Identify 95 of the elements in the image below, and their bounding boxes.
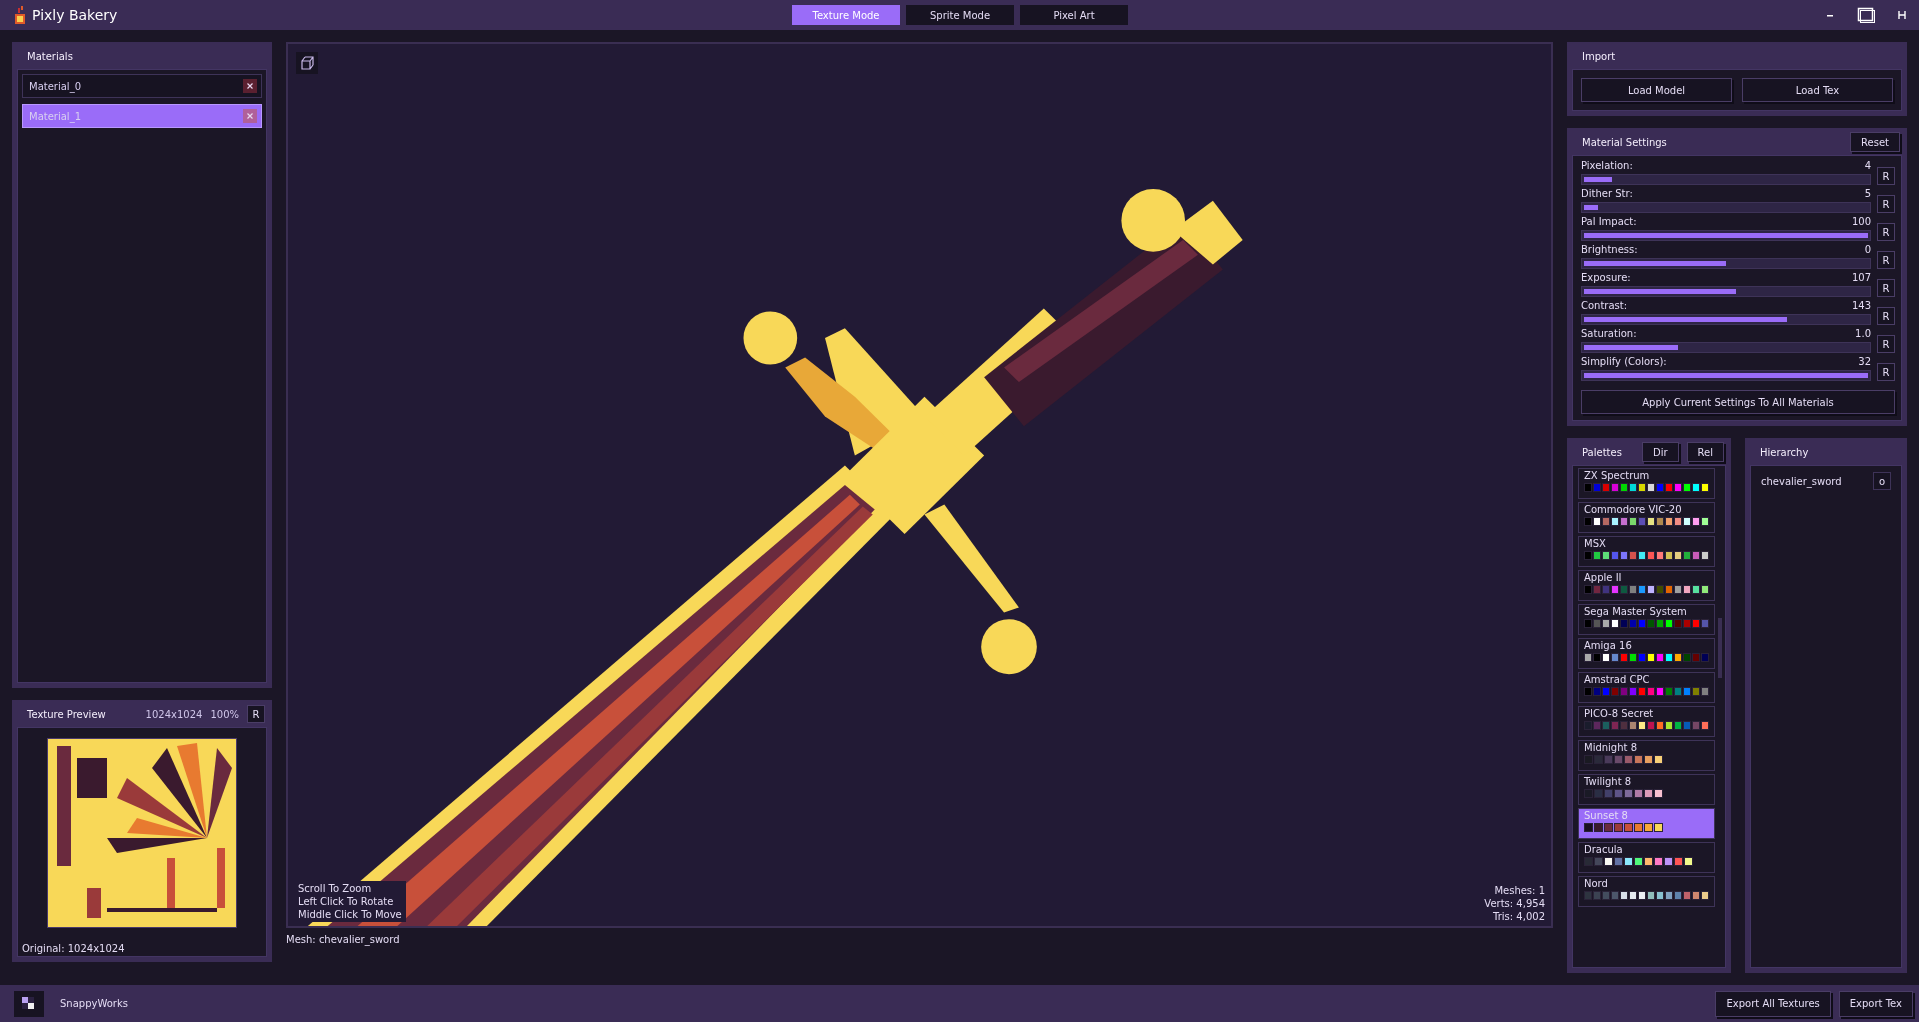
slider-value: 107 [1851, 272, 1871, 283]
brand-name: SnappyWorks [60, 998, 128, 1009]
reset-button[interactable]: R [1877, 307, 1895, 325]
panel-title: Import [1582, 50, 1616, 62]
app-title: Pixly Bakery [32, 7, 118, 23]
palette-name: Twilight 8 [1584, 776, 1633, 787]
slider-track[interactable] [1581, 174, 1871, 185]
visibility-toggle[interactable]: o [1873, 472, 1891, 490]
palette-item[interactable]: Sega Master System [1578, 604, 1715, 635]
reset-button[interactable]: R [247, 705, 265, 723]
panel-title: Material Settings [1582, 136, 1667, 148]
logo-icon [14, 6, 26, 24]
studio-logo-icon [14, 990, 44, 1017]
palette-name: ZX Spectrum [1584, 470, 1651, 481]
mode-tab[interactable]: Texture Mode [792, 5, 900, 25]
slider-value: 0 [1864, 244, 1871, 255]
slider-track[interactable] [1581, 202, 1871, 213]
zoom-level: 100% [210, 708, 239, 720]
slider-label: Simplify (Colors): [1581, 356, 1667, 367]
maximize-icon[interactable] [1857, 7, 1875, 23]
palette-name: Amstrad CPC [1584, 674, 1651, 685]
slider-track[interactable] [1581, 342, 1871, 353]
palette-name: Midnight 8 [1584, 742, 1639, 753]
palette-name: MSX [1584, 538, 1607, 549]
apply-button[interactable]: Apply Current Settings To All Materials [1581, 390, 1895, 414]
slider-label: Exposure: [1581, 272, 1631, 283]
slider-label: Pal Impact: [1581, 216, 1637, 227]
hint-text: Middle Click To Move [298, 909, 402, 920]
palette-item[interactable]: Amstrad CPC [1578, 672, 1715, 703]
panel-title: Texture Preview [27, 708, 106, 720]
panel-title: Hierarchy [1760, 446, 1809, 458]
load-button[interactable]: Load Tex [1742, 78, 1893, 102]
slider-label: Brightness: [1581, 244, 1638, 255]
slider-value: 4 [1864, 160, 1871, 171]
slider-track[interactable] [1581, 258, 1871, 269]
palette-button[interactable]: Dir [1641, 442, 1679, 462]
material-item[interactable]: Material_0 [22, 74, 262, 98]
slider-value: 143 [1851, 300, 1871, 311]
palette-name: Amiga 16 [1584, 640, 1633, 651]
mesh-label: Mesh: chevalier_sword [286, 934, 401, 945]
palette-name: PICO-8 Secret [1584, 708, 1655, 719]
panel-title: Palettes [1582, 446, 1622, 458]
cube-icon[interactable] [296, 52, 318, 74]
palette-button[interactable]: Rel [1686, 442, 1724, 462]
slider-label: Pixelation: [1581, 160, 1633, 171]
mode-tab[interactable]: Pixel Art [1020, 5, 1128, 25]
slider-value: 32 [1858, 356, 1871, 367]
palette-item[interactable]: PICO-8 Secret [1578, 706, 1715, 737]
reset-button[interactable]: R [1877, 363, 1895, 381]
slider-label: Dither Str: [1581, 188, 1633, 199]
palette-item[interactable]: Commodore VIC-20 [1578, 502, 1715, 533]
hint-text: Left Click To Rotate [298, 896, 395, 907]
palette-name: Sunset 8 [1584, 810, 1629, 821]
reset-button[interactable]: R [1877, 335, 1895, 353]
slider-value: 1.0 [1855, 328, 1871, 339]
panel-title: Materials [27, 50, 73, 62]
palette-item[interactable]: MSX [1578, 536, 1715, 567]
palette-item[interactable]: Midnight 8 [1578, 740, 1715, 771]
hierarchy-item[interactable]: chevalier_sword [1761, 475, 1842, 487]
slider-label: Contrast: [1581, 300, 1628, 311]
slider-track[interactable] [1581, 314, 1871, 325]
reset-button[interactable]: R [1877, 223, 1895, 241]
material-name: Material_0 [29, 80, 81, 92]
palette-name: Commodore VIC-20 [1584, 504, 1683, 515]
palette-name: Sega Master System [1584, 606, 1688, 617]
palette-item[interactable]: ZX Spectrum [1578, 468, 1715, 499]
material-name: Material_1 [29, 110, 81, 122]
reset-button[interactable]: R [1877, 251, 1895, 269]
viewport[interactable]: Scroll To Zoom Left Click To Rotate Middle Click To Move Meshes: 1 Verts: 4,954 Tris: 4,002 [286, 42, 1553, 928]
palette-item[interactable]: Dracula [1578, 842, 1715, 873]
slider-track[interactable] [1581, 286, 1871, 297]
load-button[interactable]: Load Model [1581, 78, 1732, 102]
palette-item[interactable]: Twilight 8 [1578, 774, 1715, 805]
slider-value: 5 [1864, 188, 1871, 199]
hint-text: Scroll To Zoom [298, 883, 373, 894]
export-button[interactable]: Export Tex [1838, 990, 1913, 1017]
mesh-stat: Tris: 4,002 [1493, 911, 1545, 922]
original-size-label: Original: 1024x1024 [21, 943, 125, 954]
palette-name: Dracula [1584, 844, 1624, 855]
palette-name: Nord [1584, 878, 1609, 889]
reset-button[interactable]: R [1877, 195, 1895, 213]
mode-tab[interactable]: Sprite Mode [906, 5, 1014, 25]
reset-button[interactable]: Reset [1850, 132, 1900, 152]
reset-button[interactable]: R [1877, 167, 1895, 185]
mesh-stat: Verts: 4,954 [1484, 898, 1545, 909]
texture-size: 1024x1024 [145, 708, 203, 720]
export-button[interactable]: Export All Textures [1715, 990, 1831, 1017]
palette-name: Apple II [1584, 572, 1623, 583]
palette-item[interactable]: Amiga 16 [1578, 638, 1715, 669]
reset-button[interactable]: R [1877, 279, 1895, 297]
palette-item[interactable]: Apple II [1578, 570, 1715, 601]
mesh-stat: Meshes: 1 [1494, 885, 1545, 896]
slider-value: 100 [1851, 216, 1871, 227]
palette-item[interactable]: Nord [1578, 876, 1715, 907]
slider-label: Saturation: [1581, 328, 1637, 339]
